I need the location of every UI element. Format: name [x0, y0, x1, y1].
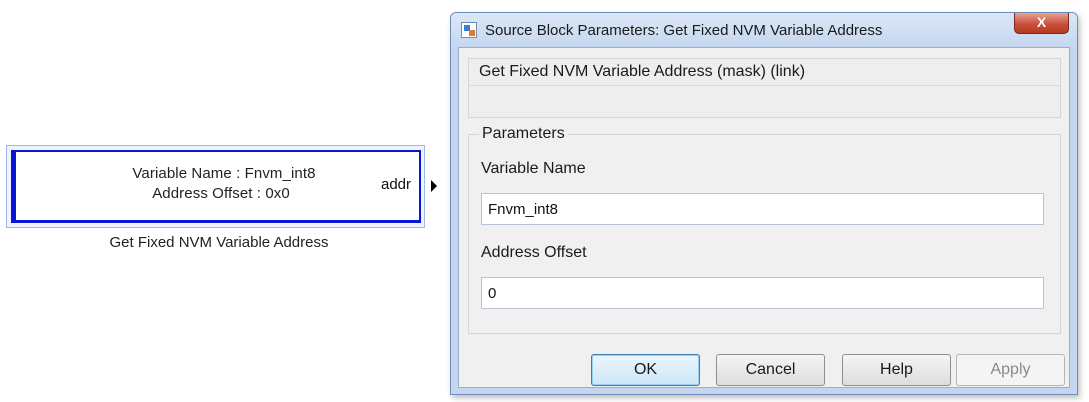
block-name-caption[interactable]: Get Fixed NVM Variable Address	[0, 234, 438, 251]
simulink-block[interactable]: Variable Name : Fnvm_int8 Address Offset…	[11, 150, 421, 223]
dialog-title: Source Block Parameters: Get Fixed NVM V…	[485, 22, 883, 39]
simulink-block-icon	[461, 22, 477, 38]
cancel-button[interactable]: Cancel	[716, 354, 825, 386]
apply-button[interactable]: Apply	[956, 354, 1065, 386]
address-offset-input[interactable]	[481, 277, 1044, 309]
dialog-client-area: Get Fixed NVM Variable Address (mask) (l…	[458, 47, 1070, 388]
variable-name-input[interactable]	[481, 193, 1044, 225]
block-address-offset-text: Address Offset : 0x0	[152, 185, 290, 202]
mask-description-panel: Get Fixed NVM Variable Address (mask) (l…	[468, 58, 1061, 118]
output-port-arrow-icon[interactable]	[431, 180, 437, 192]
block-parameters-dialog: Source Block Parameters: Get Fixed NVM V…	[450, 12, 1078, 395]
mask-description-title: Get Fixed NVM Variable Address (mask) (l…	[479, 63, 806, 80]
address-offset-label: Address Offset	[481, 244, 587, 261]
parameters-group: Parameters Variable Name Address Offset	[468, 125, 1061, 334]
output-port-label: addr	[381, 176, 412, 193]
block-variable-name-text: Variable Name : Fnvm_int8	[132, 165, 316, 182]
dialog-titlebar[interactable]: Source Block Parameters: Get Fixed NVM V…	[451, 13, 1077, 47]
close-icon[interactable]: X	[1014, 13, 1069, 34]
help-button[interactable]: Help	[842, 354, 951, 386]
parameters-group-title: Parameters	[479, 125, 568, 143]
variable-name-label: Variable Name	[481, 160, 586, 177]
ok-button[interactable]: OK	[591, 354, 700, 386]
description-divider	[469, 85, 1060, 86]
